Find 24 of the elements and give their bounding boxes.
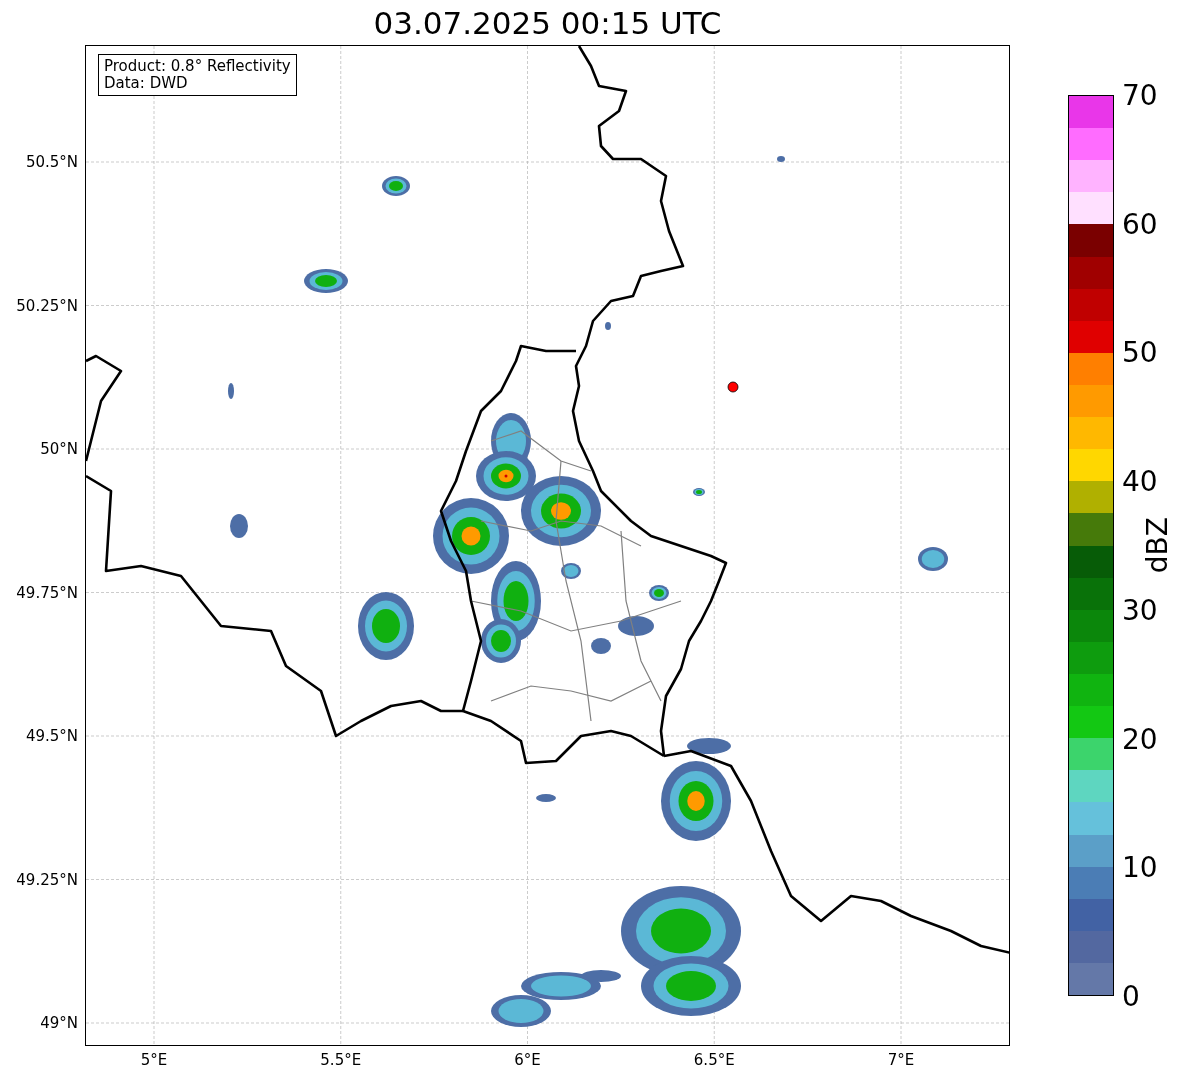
latitude-label: 49.75°N [16, 583, 78, 602]
colorbar-tick-label: 10 [1122, 850, 1158, 884]
latitude-label: 50.25°N [16, 296, 78, 315]
latitude-label: 50.5°N [25, 153, 78, 171]
latitude-label: 50°N [40, 440, 78, 458]
colorbar-tick-label: 50 [1122, 335, 1158, 369]
colorbar-tick-label: 20 [1122, 722, 1158, 756]
legend-text: Product: 0.8° Reflectivity [104, 58, 291, 75]
colorbar-tick-label: 70 [1122, 78, 1158, 112]
longitude-label: 6°E [514, 1051, 541, 1069]
longitude-label: 5°E [140, 1051, 168, 1069]
colorbar-label: dBZ [1141, 517, 1175, 574]
latitude-label: 49.5°N [25, 727, 78, 745]
latitude-label: 49.25°N [16, 870, 78, 889]
latitude-label: 49°N [40, 1014, 78, 1032]
colorbar-tick-label: 30 [1122, 593, 1158, 627]
chart-title: 03.07.2025 00:15 UTC [372, 4, 723, 41]
colorbar-tick-label: 60 [1122, 207, 1158, 241]
colorbar-tick-label: 0 [1122, 979, 1140, 1013]
legend-text: Data: DWD [104, 75, 189, 92]
longitude-label: 7°E [887, 1051, 915, 1069]
colorbar-tick-label: 40 [1122, 464, 1158, 498]
longitude-label: 6.5°E [693, 1051, 735, 1069]
longitude-label: 5.5°E [320, 1051, 362, 1069]
